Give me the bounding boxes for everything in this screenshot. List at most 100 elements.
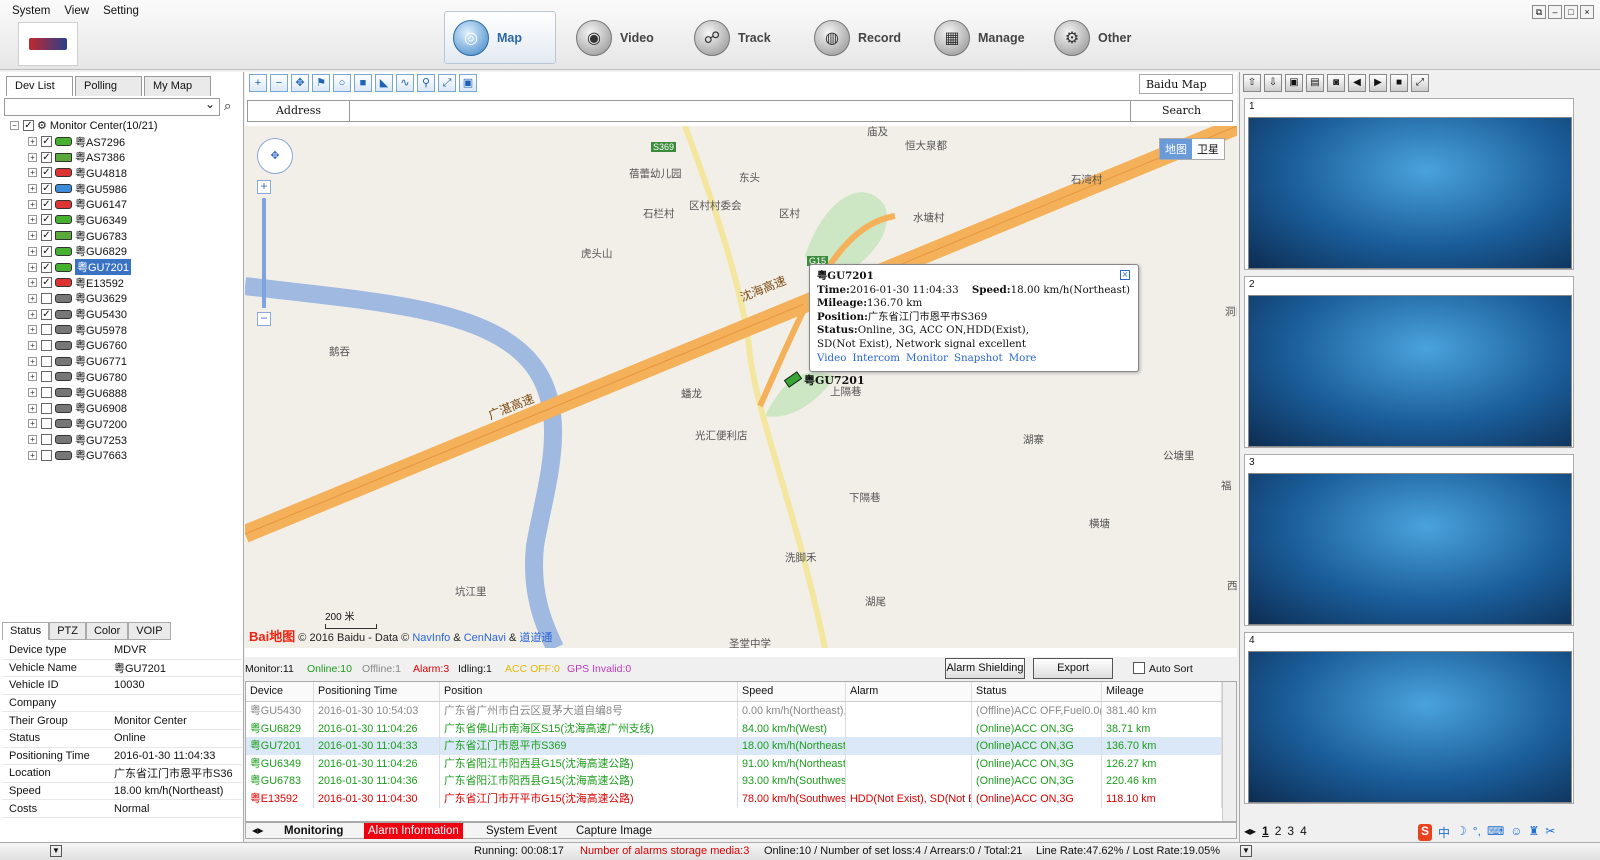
page-1[interactable]: 1 — [1262, 824, 1269, 838]
checkbox[interactable]: ✓ — [41, 245, 52, 257]
expand-icon[interactable]: + — [28, 403, 37, 413]
tab-polling[interactable]: Polling — [75, 76, 142, 96]
checkbox[interactable] — [41, 355, 52, 367]
auto-sort-checkbox[interactable] — [1133, 662, 1145, 674]
zoom-track[interactable] — [262, 198, 266, 308]
video-slot-4[interactable]: 4 — [1244, 632, 1574, 804]
column-header[interactable]: Speed — [738, 682, 846, 701]
checkbox[interactable]: ✓ — [41, 308, 52, 320]
polygon-icon[interactable]: ◣ — [375, 74, 393, 92]
checkbox[interactable] — [41, 449, 52, 461]
table-row[interactable]: 粤GU6349 2016-01-30 11:04:26 广东省阳江市阳西县G15(沈… — [246, 754, 1236, 773]
checkbox[interactable] — [41, 371, 52, 383]
checkbox[interactable] — [41, 339, 52, 351]
search-button[interactable]: Search — [1130, 101, 1232, 121]
nav-other-button[interactable]: ⚙ Other — [1046, 11, 1156, 64]
user-icon[interactable]: ☺ — [1510, 824, 1522, 841]
tab-capture-image[interactable]: Capture Image — [572, 823, 656, 839]
alarm-shielding-button[interactable]: Alarm Shielding — [945, 658, 1025, 679]
nav-map-button[interactable]: ◎ Map — [444, 11, 556, 64]
ime-mode[interactable]: 中 — [1438, 824, 1450, 841]
checkbox[interactable] — [41, 418, 52, 430]
page-3[interactable]: 3 — [1287, 824, 1294, 838]
dropdown-icon[interactable]: ▼ — [50, 845, 62, 857]
stop-icon[interactable]: ■ — [1390, 74, 1408, 92]
table-row[interactable]: 粤GU6829 2016-01-30 11:04:26 广东省佛山市南海区S15(沈… — [246, 719, 1236, 738]
tree-device-item[interactable]: + 粤GU3629 — [10, 291, 240, 307]
tab-status[interactable]: Status — [2, 622, 50, 640]
column-header[interactable]: Alarm — [846, 682, 972, 701]
punctuation-icon[interactable]: °, — [1473, 824, 1481, 841]
column-header[interactable]: Positioning Time — [314, 682, 440, 701]
download-icon[interactable]: ⇩ — [1264, 74, 1282, 92]
tree-device-item[interactable]: + ✓ 粤GU6349 — [10, 212, 240, 228]
table-row[interactable]: 粤E13592 2016-01-30 11:04:30 广东省江门市开平市G15(沈… — [246, 789, 1236, 808]
expand-icon[interactable]: + — [28, 340, 37, 350]
checkbox[interactable] — [41, 292, 52, 304]
line-icon[interactable]: ∿ — [396, 74, 414, 92]
tree-device-item[interactable]: + 粤GU6771 — [10, 353, 240, 369]
expand-icon[interactable]: + — [28, 262, 37, 272]
fullscreen-icon[interactable]: ⤢ — [438, 74, 456, 92]
grid-scrollbar[interactable] — [1222, 682, 1236, 821]
tree-device-item[interactable]: + ✓ 粤GU5430 — [10, 306, 240, 322]
snapshot-icon[interactable]: ◙ — [1327, 74, 1345, 92]
expand-icon[interactable]: + — [28, 372, 37, 382]
video-screen[interactable] — [1248, 117, 1572, 269]
video-link[interactable]: Video — [817, 352, 846, 364]
tab-ptz[interactable]: PTZ — [49, 622, 86, 640]
layout-icon[interactable]: ▣ — [1285, 74, 1303, 92]
rectangle-icon[interactable]: ■ — [354, 74, 372, 92]
checkbox[interactable] — [41, 387, 52, 399]
tree-device-item[interactable]: + ✓ 粤GU6829 — [10, 244, 240, 260]
column-header[interactable]: Status — [972, 682, 1102, 701]
tab-system-event[interactable]: System Event — [482, 823, 561, 839]
expand-icon[interactable]: + — [28, 435, 37, 445]
expand-icon[interactable]: + — [28, 199, 37, 209]
nav-record-button[interactable]: ◍ Record — [806, 11, 922, 64]
tree-device-item[interactable]: + ✓ 粤E13592 — [10, 275, 240, 291]
collapse-icon[interactable]: − — [10, 121, 19, 131]
video-screen[interactable] — [1248, 295, 1572, 447]
tree-root[interactable]: − ✓ ⚙ Monitor Center(10/21) — [10, 118, 240, 134]
pan-icon[interactable]: ✥ — [291, 74, 309, 92]
tab-color[interactable]: Color — [85, 622, 129, 640]
expand-icon[interactable]: + — [28, 152, 37, 162]
sogou-logo[interactable]: S — [1418, 824, 1433, 841]
tree-device-item[interactable]: + 粤GU6908 — [10, 400, 240, 416]
checkbox[interactable]: ✓ — [41, 230, 52, 242]
checkbox[interactable] — [41, 402, 52, 414]
zoom-slider[interactable]: + − — [257, 180, 271, 330]
search-icon[interactable]: ⚲ — [417, 74, 435, 92]
nav-track-button[interactable]: ☍ Track — [686, 11, 796, 64]
tab-monitoring[interactable]: Monitoring — [280, 823, 347, 839]
tree-device-item[interactable]: + 粤GU7663 — [10, 447, 240, 463]
expand-icon[interactable]: + — [28, 325, 37, 335]
maximize-icon[interactable]: □ — [1564, 5, 1578, 19]
expand-icon[interactable]: + — [28, 419, 37, 429]
mute-icon[interactable]: ◀ — [1348, 74, 1366, 92]
table-row[interactable]: 粤GU5430 2016-01-30 10:54:03 广东省广州市白云区夏茅大道自… — [246, 702, 1236, 720]
table-row[interactable]: 粤GU7201 2016-01-30 11:04:33 广东省江门市恩平市S369 1… — [246, 737, 1236, 755]
checkbox[interactable]: ✓ — [41, 151, 52, 163]
vehicle-marker[interactable]: 粤GU7201 — [783, 371, 865, 388]
checkbox[interactable] — [41, 324, 52, 336]
play-icon[interactable]: ▶ — [1369, 74, 1387, 92]
save-icon[interactable]: ▣ — [459, 74, 477, 92]
tree-device-item[interactable]: + ✓ 粤AS7296 — [10, 134, 240, 150]
menu-view[interactable]: View — [64, 5, 89, 17]
expand-icon[interactable]: + — [28, 278, 37, 288]
page-4[interactable]: 4 — [1300, 824, 1307, 838]
layer-map-button[interactable]: 地图 — [1160, 139, 1192, 159]
menu-system[interactable]: System — [12, 5, 50, 17]
checkbox[interactable]: ✓ — [41, 198, 52, 210]
monitor-link[interactable]: Monitor — [906, 352, 948, 364]
tab-alarm-information[interactable]: Alarm Information — [364, 823, 463, 839]
minimize-icon[interactable]: – — [1548, 5, 1562, 19]
expand-icon[interactable]: + — [28, 231, 37, 241]
tab-dev-list[interactable]: Dev List — [6, 76, 73, 96]
video-slot-1[interactable]: 1 — [1244, 98, 1574, 270]
menu-setting[interactable]: Setting — [103, 5, 139, 17]
upload-icon[interactable]: ⇧ — [1243, 74, 1261, 92]
tree-device-item[interactable]: + ✓ 粤GU6147 — [10, 196, 240, 212]
